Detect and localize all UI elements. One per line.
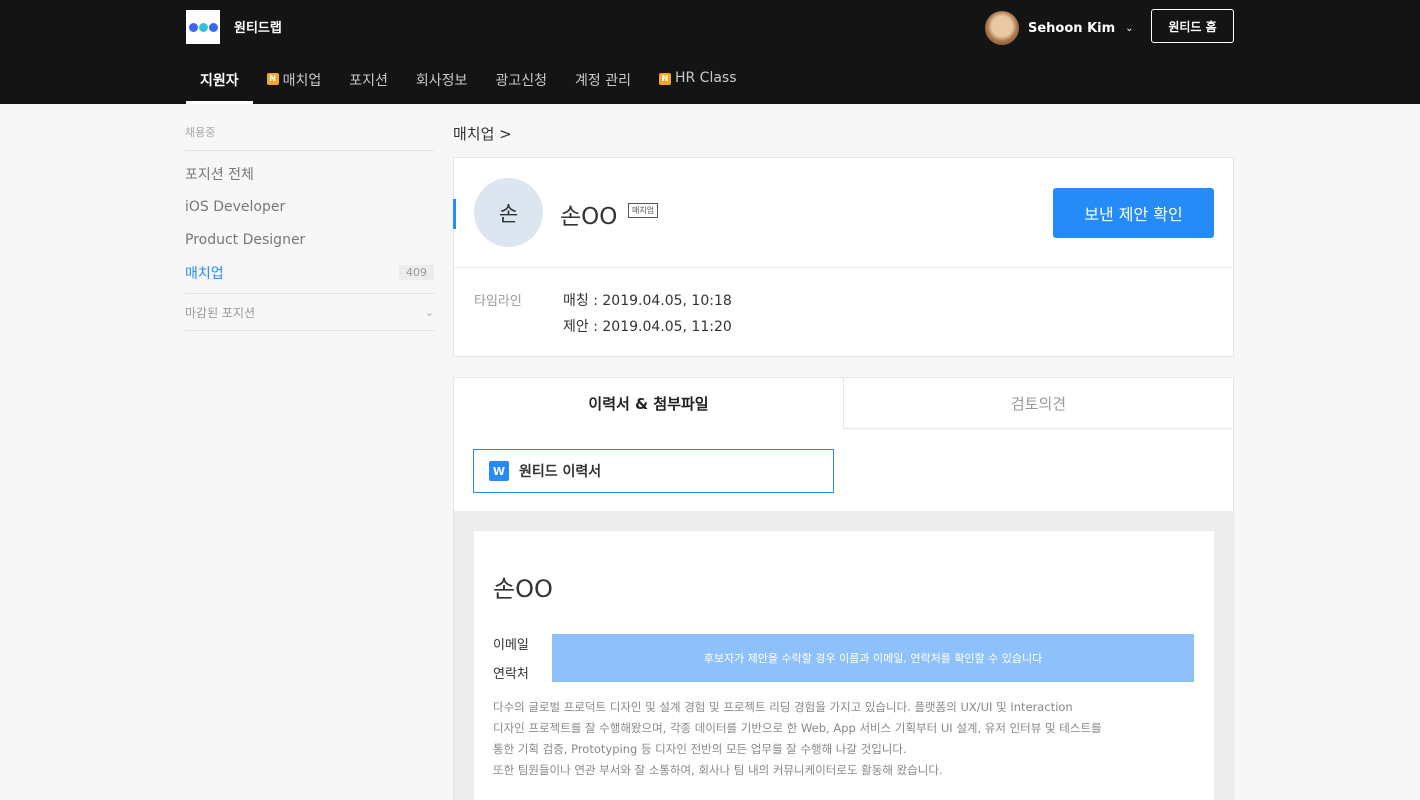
sidebar-item-label: 매치업 [185, 265, 224, 282]
candidate-avatar: 손 [474, 178, 543, 247]
wanted-resume-icon: W [489, 461, 509, 481]
chevron-down-icon: ⌄ [424, 305, 434, 319]
resume-preview: 손OO 이메일 연락처 후보자가 제안을 수락할 경우 이름과 이메일, 연락처… [474, 531, 1214, 800]
nav-label: 회사정보 [415, 73, 468, 89]
sidebar-item-matchup[interactable]: 매치업 409 [185, 256, 434, 289]
resume-summary: 다수의 글로벌 프로덕트 디자인 및 설계 경험 및 프로젝트 리딩 경험을 가… [493, 697, 1193, 781]
summary-line: 또한 팀원들이나 연관 부서와 잘 소통하여, 회사나 팀 내의 커뮤니케이터로… [493, 763, 943, 777]
logo-dot-1 [188, 22, 198, 32]
phone-label: 연락처 [493, 667, 529, 682]
user-avatar[interactable] [985, 11, 1019, 45]
logo-dot-3 [208, 22, 218, 32]
closed-positions-toggle[interactable]: 마감된 포지션 ⌄ [185, 293, 434, 331]
nav-item-applicants[interactable]: 지원자 [186, 58, 253, 104]
resume-candidate-name: 손OO [493, 575, 553, 603]
sidebar-item-label: 포지션 전체 [185, 166, 254, 183]
count-badge: 409 [399, 265, 434, 280]
resume-preview-area: 손OO 이메일 연락처 후보자가 제안을 수락할 경우 이름과 이메일, 연락처… [454, 511, 1233, 800]
email-label: 이메일 [493, 638, 529, 653]
user-menu[interactable]: Sehoon Kim ⌄ [985, 11, 1134, 45]
nav-label: 지원자 [200, 73, 239, 89]
divider [454, 267, 1233, 268]
timeline-label: 타임라인 [474, 294, 522, 309]
closed-positions-label: 마감된 포지션 [185, 305, 256, 320]
sidebar-section-title: 채용중 [185, 118, 434, 151]
sidebar-item-ios-developer[interactable]: iOS Developer [185, 190, 434, 223]
logo-dot-2 [198, 22, 208, 32]
candidate-card: 손 손OO 매치업 보낸 제안 확인 타임라인 매칭 : 2019.04.05,… [453, 157, 1234, 357]
nav-label: 광고신청 [495, 73, 547, 89]
new-badge: N [658, 73, 671, 85]
sidebar-item-all-positions[interactable]: 포지션 전체 [185, 157, 434, 190]
nav-item-positions[interactable]: 포지션 [335, 58, 402, 104]
tab-review-notes[interactable]: 검토의견 [843, 378, 1233, 429]
main-nav: 지원자 N 매치업 포지션 회사정보 광고신청 계정 관리 N HR Class [186, 58, 751, 104]
view-sent-offer-button[interactable]: 보낸 제안 확인 [1053, 188, 1214, 238]
hidden-contact-notice: 후보자가 제안을 수락할 경우 이름과 이메일, 연락처를 확인할 수 있습니다 [552, 634, 1194, 682]
matchup-badge: 매치업 [628, 203, 659, 218]
nav-label: 매치업 [282, 73, 322, 89]
file-label: 원티드 이력서 [519, 464, 602, 480]
summary-line: 통한 기획 검증, Prototyping 등 디자인 전반의 모든 업무를 잘… [493, 742, 907, 756]
summary-line: 다수의 글로벌 프로덕트 디자인 및 설계 경험 및 프로젝트 리딩 경험을 가… [493, 700, 1073, 714]
new-badge: N [266, 73, 279, 85]
wanted-logo[interactable] [186, 10, 220, 44]
user-name[interactable]: Sehoon Kim [1028, 21, 1115, 36]
nav-item-hr-class[interactable]: N HR Class [645, 58, 751, 104]
chevron-down-icon[interactable]: ⌄ [1125, 23, 1133, 34]
top-header: 원티드랩 Sehoon Kim ⌄ 원티드 홈 지원자 N 매치업 포지션 회사… [0, 0, 1420, 104]
timeline-matching: 매칭 : 2019.04.05, 10:18 [563, 293, 732, 309]
nav-item-ad-request[interactable]: 광고신청 [481, 58, 561, 104]
wanted-resume-file[interactable]: W 원티드 이력서 [473, 449, 834, 493]
wanted-home-button[interactable]: 원티드 홈 [1151, 9, 1234, 43]
nav-item-account[interactable]: 계정 관리 [561, 58, 645, 104]
resume-card: 이력서 & 첨부파일 검토의견 W 원티드 이력서 손OO 이메일 연락처 후보… [453, 377, 1234, 800]
summary-line: 디자인 프로젝트를 잘 수행해왔으며, 각종 데이터를 기반으로 한 Web, … [493, 721, 1102, 735]
selection-indicator [453, 199, 456, 229]
sidebar-item-product-designer[interactable]: Product Designer [185, 223, 434, 256]
sidebar-item-label: iOS Developer [185, 198, 286, 215]
nav-item-company-info[interactable]: 회사정보 [402, 58, 482, 104]
breadcrumb[interactable]: 매치업 > [453, 123, 512, 144]
brand-name[interactable]: 원티드랩 [234, 17, 282, 36]
candidate-name: 손OO [560, 204, 618, 230]
sidebar-item-label: Product Designer [185, 231, 306, 248]
sidebar: 채용중 포지션 전체 iOS Developer Product Designe… [185, 118, 434, 331]
tab-resume-attachments[interactable]: 이력서 & 첨부파일 [454, 378, 843, 429]
nav-item-matchup[interactable]: N 매치업 [253, 58, 336, 104]
timeline-offer: 제안 : 2019.04.05, 11:20 [563, 319, 732, 335]
nav-label: 계정 관리 [574, 73, 631, 89]
nav-label: 포지션 [349, 73, 388, 89]
nav-label: HR Class [674, 70, 737, 86]
resume-tabs: 이력서 & 첨부파일 검토의견 [454, 378, 1233, 429]
